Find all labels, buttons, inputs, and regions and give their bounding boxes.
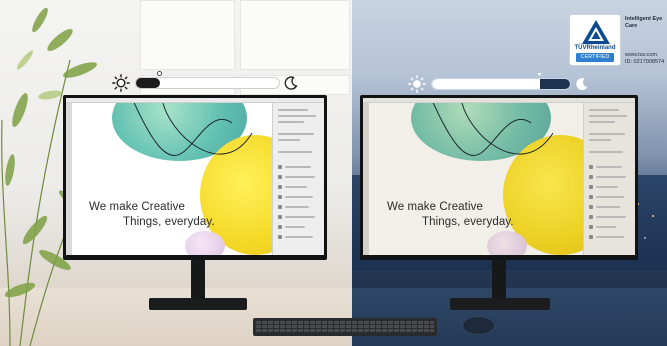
keyboard (253, 318, 437, 336)
slogan-line2: Things, everyday. (422, 216, 514, 228)
mouse (462, 316, 495, 335)
sun-icon (112, 74, 130, 92)
day-brightness-slider[interactable] (112, 71, 298, 92)
tuv-id: ID: 0217008574 (625, 59, 665, 65)
day-brightness-fill (136, 78, 160, 88)
comparison-scene: We make Creative Things, everyday. We ma… (0, 0, 667, 346)
design-canvas: We make Creative Things, everyday. (369, 103, 583, 255)
window-pane (140, 0, 235, 70)
day-brightness-track[interactable] (135, 71, 280, 89)
monitor-stand-base (450, 298, 550, 310)
slogan-line1: We make Creative (387, 201, 483, 213)
night-brightness-slider[interactable] (408, 73, 589, 93)
monitor-stand-base (149, 298, 247, 310)
slogan-line1: We make Creative (89, 201, 185, 213)
curve-lines (432, 103, 554, 156)
day-brightness-handle[interactable] (157, 71, 162, 76)
window-pane (240, 0, 350, 70)
app-side-panel (583, 103, 635, 255)
tuv-certified-label: CERTIFIED (576, 53, 614, 62)
curve-lines (133, 103, 253, 156)
tuv-brand: TÜVRheinland (574, 45, 616, 51)
monitor-stand-neck (191, 260, 205, 302)
eye-care-heading-line2: Care (625, 23, 638, 29)
eye-care-heading-line1: Intelligent Eye (625, 16, 663, 22)
tuv-certification-badge: TÜVRheinland CERTIFIED (569, 14, 621, 66)
monitor-night: We make Creative Things, everyday. (360, 95, 638, 315)
slogan-line2: Things, everyday. (123, 216, 215, 228)
tuv-triangle-icon (582, 20, 610, 44)
design-canvas: We make Creative Things, everyday. (72, 103, 272, 255)
night-brightness-track[interactable] (431, 73, 571, 90)
night-brightness-handle[interactable] (537, 72, 542, 77)
night-brightness-fill (432, 79, 540, 89)
moon-icon (284, 76, 298, 90)
sun-icon (408, 75, 426, 93)
monitor-day: We make Creative Things, everyday. (63, 95, 327, 315)
monitor-stand-neck (492, 260, 506, 302)
moon-icon (576, 78, 588, 91)
monitor-screen: We make Creative Things, everyday. (66, 98, 324, 255)
tuv-url: www.tuv.com (625, 52, 657, 58)
monitor-screen: We make Creative Things, everyday. (363, 98, 635, 255)
app-side-panel (272, 103, 324, 255)
